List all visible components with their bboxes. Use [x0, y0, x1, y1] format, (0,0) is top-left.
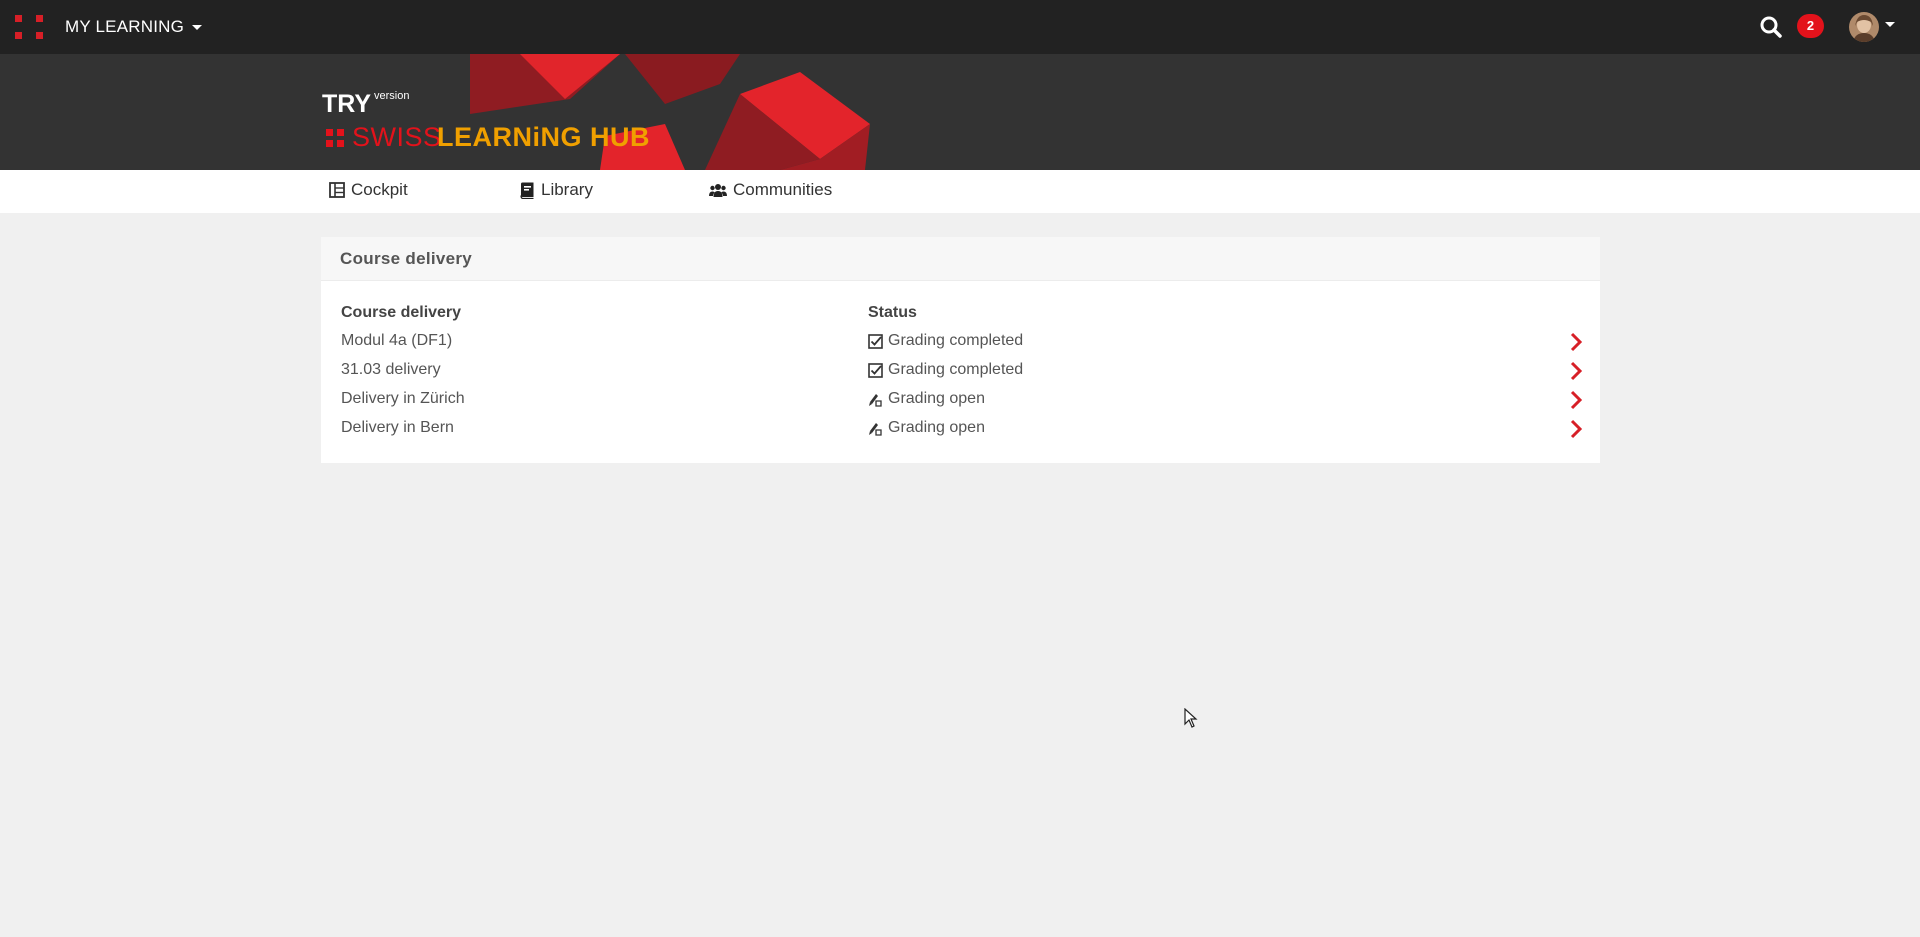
nav-item-cockpit[interactable]: Cockpit	[329, 180, 408, 200]
notification-badge[interactable]: 2	[1797, 14, 1824, 38]
status-label: Grading completed	[888, 361, 1024, 378]
column-header-status: Status	[868, 304, 917, 321]
chevron-right-icon[interactable]	[1566, 360, 1586, 382]
search-icon[interactable]	[1759, 15, 1783, 39]
grading-open-icon	[869, 422, 882, 436]
nav-item-label: Cockpit	[351, 180, 408, 199]
main-nav: Cockpit Library Communities	[0, 170, 1920, 213]
chevron-right-icon[interactable]	[1566, 389, 1586, 411]
avatar-chevron-down-icon[interactable]	[1885, 22, 1895, 27]
chevron-down-icon	[192, 25, 203, 31]
my-learning-menu-label: MY LEARNING	[65, 17, 185, 36]
checkbox-checked-icon	[868, 362, 883, 378]
delivery-name[interactable]: 31.03 delivery	[341, 361, 441, 379]
my-learning-menu[interactable]: MY LEARNING	[65, 17, 203, 37]
delivery-name[interactable]: Delivery in Zürich	[341, 390, 465, 408]
table-row[interactable]: Modul 4a (DF1) Grading completed	[321, 332, 1600, 361]
cockpit-icon	[329, 182, 345, 198]
status-cell: Grading open	[868, 390, 985, 408]
checkbox-checked-icon	[868, 333, 883, 349]
library-icon	[520, 182, 534, 199]
logo-dots-icon	[326, 129, 344, 147]
table-row[interactable]: Delivery in Bern Grading open	[321, 419, 1600, 448]
nav-item-library[interactable]: Library	[519, 180, 593, 200]
status-cell: Grading open	[868, 419, 985, 437]
panel-header: Course delivery	[321, 237, 1600, 281]
delivery-name[interactable]: Modul 4a (DF1)	[341, 332, 452, 350]
course-delivery-panel: Course delivery Course delivery Status M…	[321, 237, 1600, 463]
table-row[interactable]: 31.03 delivery Grading completed	[321, 361, 1600, 390]
nav-item-label: Library	[541, 180, 593, 199]
status-label: Grading open	[888, 419, 985, 436]
status-cell: Grading completed	[868, 361, 1023, 379]
column-header-delivery: Course delivery	[341, 304, 462, 321]
table-row[interactable]: Delivery in Zürich Grading open	[321, 390, 1600, 419]
try-label: TRY	[322, 90, 372, 118]
nav-item-communities[interactable]: Communities	[709, 180, 832, 200]
panel-title: Course delivery	[340, 249, 473, 268]
avatar[interactable]	[1849, 12, 1879, 42]
logo-swiss-text: SWISS	[352, 122, 442, 152]
top-bar: MY LEARNING 2	[0, 0, 1920, 54]
brand-banner: TRY version SWISS LEARNiNG HUB	[0, 54, 1920, 170]
version-label: version	[374, 90, 410, 102]
mouse-cursor-icon	[1184, 708, 1198, 728]
status-cell: Grading completed	[868, 332, 1023, 350]
status-label: Grading completed	[888, 332, 1024, 349]
communities-icon	[709, 183, 727, 197]
apps-grid-icon[interactable]	[15, 15, 43, 39]
chevron-right-icon[interactable]	[1566, 331, 1586, 353]
status-label: Grading open	[888, 390, 985, 407]
logo-learning-hub-text: LEARNiNG HUB	[437, 122, 650, 152]
chevron-right-icon[interactable]	[1566, 418, 1586, 440]
nav-item-label: Communities	[733, 180, 833, 199]
delivery-name[interactable]: Delivery in Bern	[341, 419, 454, 437]
grading-open-icon	[869, 393, 882, 407]
